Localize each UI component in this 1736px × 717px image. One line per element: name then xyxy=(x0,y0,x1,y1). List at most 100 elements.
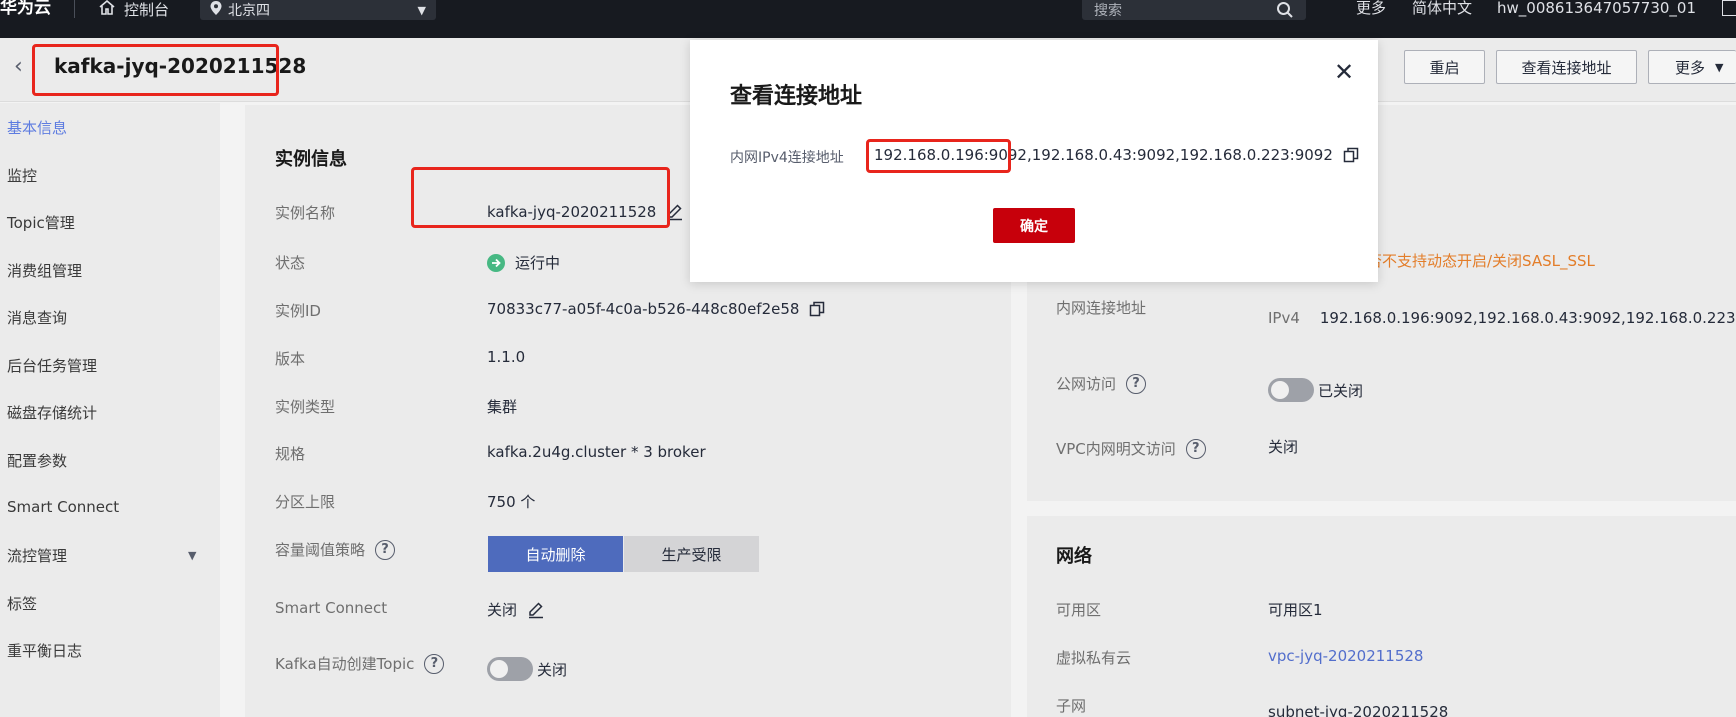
public-access-toggle[interactable] xyxy=(1268,378,1314,402)
inner-address-value: IPv4 192.168.0.196:9092,192.168.0.43:909… xyxy=(1268,309,1736,327)
caret-down-icon[interactable]: ▼ xyxy=(188,549,196,562)
sidebar: 基本信息 监控 Topic管理 消费组管理 消息查询 后台任务管理 磁盘存储统计… xyxy=(0,103,220,717)
capacity-policy-text: 容量阈值策略 xyxy=(275,541,366,559)
public-access-text: 公网访问 xyxy=(1056,375,1117,393)
sidebar-item-consumer-group[interactable]: 消费组管理 xyxy=(7,260,82,281)
console-label: 控制台 xyxy=(124,0,170,19)
search-input[interactable]: 搜索 xyxy=(1094,0,1122,20)
top-navbar: 华为云 控制台 北京四 ▼ 搜索 更多 简体中文 hw_008613647057… xyxy=(0,0,1736,38)
sidebar-item-monitor[interactable]: 监控 xyxy=(7,165,37,186)
sidebar-item-rebalance-log[interactable]: 重平衡日志 xyxy=(7,640,82,661)
copy-icon[interactable] xyxy=(1343,147,1359,163)
sidebar-item-message-query[interactable]: 消息查询 xyxy=(7,307,67,328)
dialog-address-text: 192.168.0.196:9092,192.168.0.43:9092,192… xyxy=(874,146,1333,164)
more-menu[interactable]: 更多 xyxy=(1356,0,1386,16)
partition-value: 750 个 xyxy=(487,493,536,511)
vpc-label: 虚拟私有云 xyxy=(1056,649,1132,667)
more-label: 更多 xyxy=(1675,58,1706,77)
brand-logo[interactable]: 华为云 xyxy=(0,0,52,20)
sidebar-item-tags[interactable]: 标签 xyxy=(7,593,37,614)
public-access-label: 公网访问 ? xyxy=(1056,373,1147,394)
sidebar-item-config[interactable]: 配置参数 xyxy=(7,450,67,471)
copy-icon[interactable] xyxy=(809,301,825,317)
edit-icon[interactable] xyxy=(666,203,684,221)
az-label: 可用区 xyxy=(1056,601,1102,619)
running-status-icon xyxy=(487,253,505,272)
vpc-plaintext-value: 关闭 xyxy=(1268,438,1299,456)
confirm-button[interactable]: 确定 xyxy=(993,208,1075,243)
smart-connect-label: Smart Connect xyxy=(275,599,388,617)
user-account[interactable]: hw_008613647057730_01 xyxy=(1497,0,1696,16)
instance-id-value: 70833c77-a05f-4c0a-b526-448c80ef2e58 xyxy=(487,300,825,318)
back-chevron-icon[interactable]: ‹ xyxy=(14,54,23,79)
help-icon[interactable]: ? xyxy=(375,539,396,560)
inner-address-label: 内网连接地址 xyxy=(1056,299,1147,317)
region-label: 北京四 xyxy=(228,3,270,19)
help-icon[interactable]: ? xyxy=(424,653,445,674)
location-pin-icon xyxy=(210,1,222,19)
instance-type-label: 实例类型 xyxy=(275,398,336,416)
console-link[interactable]: 控制台 xyxy=(98,0,170,19)
sidebar-item-background-tasks[interactable]: 后台任务管理 xyxy=(7,355,97,376)
subnet-link[interactable]: subnet-jyq-2020211528 xyxy=(1268,703,1448,717)
sasl-warning: 否不支持动态开启/关闭SASL_SSL xyxy=(1367,252,1595,270)
caret-down-icon: ▼ xyxy=(1715,60,1724,74)
instance-id-label: 实例ID xyxy=(275,302,321,320)
inner-address-text: 192.168.0.196:9092,192.168.0.43:9092,192… xyxy=(1319,309,1736,327)
help-icon[interactable]: ? xyxy=(1185,438,1206,459)
more-dropdown-button[interactable]: 更多 ▼ xyxy=(1648,50,1736,84)
navbar-divider xyxy=(74,0,75,18)
subnet-label: 子网 xyxy=(1056,697,1087,715)
vpc-plaintext-label: VPC内网明文访问 ? xyxy=(1056,438,1206,459)
auto-create-topic-state: 关闭 xyxy=(537,660,568,679)
language-switch[interactable]: 简体中文 xyxy=(1412,0,1472,16)
auto-create-topic-text: Kafka自动创建Topic xyxy=(275,655,415,673)
sidebar-item-flow-control[interactable]: 流控管理 xyxy=(7,545,67,566)
dialog-address-label: 内网IPv4连接地址 xyxy=(730,150,844,166)
auto-create-topic-value: 关闭 xyxy=(487,657,567,681)
auto-delete-option[interactable]: 自动删除 xyxy=(488,536,623,572)
spec-value: kafka.2u4g.cluster * 3 broker xyxy=(487,443,706,461)
version-label: 版本 xyxy=(275,350,306,368)
status-label: 状态 xyxy=(275,254,306,272)
dialog-title: 查看连接地址 xyxy=(730,84,863,109)
sidebar-item-smart-connect[interactable]: Smart Connect xyxy=(7,498,119,516)
message-icon[interactable] xyxy=(1722,0,1736,16)
instance-title: kafka-jyq-2020211528 xyxy=(54,54,307,78)
instance-info-title: 实例信息 xyxy=(275,149,347,170)
public-access-value: 已关闭 xyxy=(1268,378,1363,402)
smart-connect-text: 关闭 xyxy=(487,601,518,619)
status-value: 运行中 xyxy=(487,252,560,273)
status-text: 运行中 xyxy=(515,254,561,272)
vpc-plaintext-text: VPC内网明文访问 xyxy=(1056,440,1176,458)
caret-down-icon: ▼ xyxy=(417,3,426,17)
smart-connect-value: 关闭 xyxy=(487,599,545,620)
dialog-address-value: 192.168.0.196:9092,192.168.0.43:9092,192… xyxy=(874,146,1359,164)
restart-button[interactable]: 重启 xyxy=(1404,50,1485,84)
network-title: 网络 xyxy=(1056,546,1092,567)
view-address-button[interactable]: 查看连接地址 xyxy=(1496,50,1637,84)
production-limit-option[interactable]: 生产受限 xyxy=(624,536,759,572)
vpc-link[interactable]: vpc-jyq-2020211528 xyxy=(1268,647,1423,665)
help-icon[interactable]: ? xyxy=(1126,373,1147,394)
instance-type-value: 集群 xyxy=(487,398,518,416)
region-select[interactable]: 北京四 ▼ xyxy=(200,0,436,20)
instance-name-text: kafka-jyq-2020211528 xyxy=(487,203,657,221)
search-box[interactable]: 搜索 xyxy=(1082,0,1306,20)
public-access-state: 已关闭 xyxy=(1318,381,1364,400)
sidebar-item-basic-info[interactable]: 基本信息 xyxy=(7,117,67,138)
capacity-policy-label: 容量阈值策略 ? xyxy=(275,539,396,560)
edit-icon[interactable] xyxy=(527,601,545,619)
sidebar-item-topic[interactable]: Topic管理 xyxy=(7,212,75,233)
sidebar-item-disk-stats[interactable]: 磁盘存储统计 xyxy=(7,402,97,423)
az-value: 可用区1 xyxy=(1268,601,1323,619)
auto-create-topic-label: Kafka自动创建Topic ? xyxy=(275,653,445,674)
instance-name-label: 实例名称 xyxy=(275,204,336,222)
partition-label: 分区上限 xyxy=(275,493,336,511)
close-icon[interactable]: ✕ xyxy=(1334,58,1354,86)
auto-create-topic-toggle[interactable] xyxy=(487,657,533,681)
search-icon[interactable] xyxy=(1276,1,1294,19)
view-address-dialog: 查看连接地址 ✕ 内网IPv4连接地址 192.168.0.196:9092,1… xyxy=(690,40,1378,282)
home-icon xyxy=(98,0,116,19)
version-value: 1.1.0 xyxy=(487,348,526,366)
